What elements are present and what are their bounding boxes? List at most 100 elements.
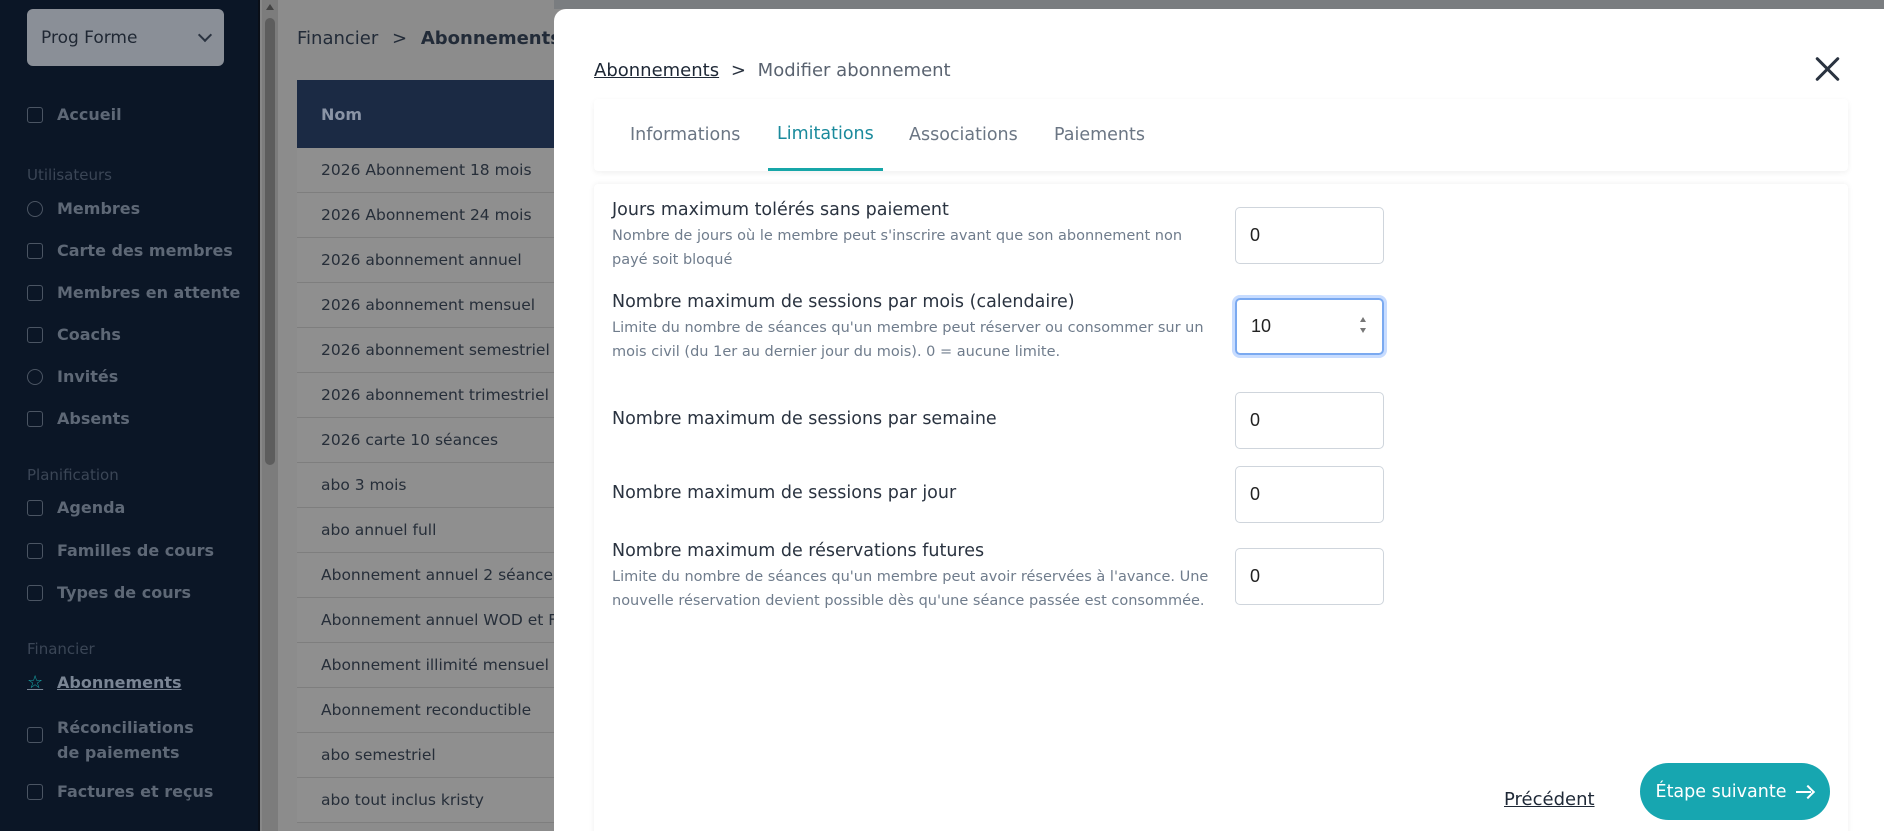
tab-limitations[interactable]: Limitations (768, 99, 883, 171)
sidebar: Prog Forme Accueil Utilisateurs Membres … (0, 0, 260, 831)
field-label-sessions-mois: Nombre maximum de sessions par mois (cal… (612, 292, 1075, 312)
field-desc-sessions-mois: Limite du nombre de séances qu'un membre… (612, 320, 1204, 360)
piggy-bank-icon (27, 727, 43, 743)
section-financier: Financier (27, 640, 95, 658)
number-spinner[interactable] (1360, 317, 1366, 333)
user-list-icon (27, 285, 43, 301)
sidebar-item-reconciliations[interactable]: Réconciliations de paiements (27, 715, 207, 765)
table-header-nom[interactable]: Nom (297, 80, 567, 148)
subscriptions-table: Nom 2026 Abonnement 18 mois 2026 Abonnem… (297, 80, 567, 823)
table-row[interactable]: 2026 abonnement mensuel (297, 283, 567, 328)
sidebar-item-accueil[interactable]: Accueil (27, 105, 122, 124)
sidebar-item-carte[interactable]: Carte des membres (27, 241, 233, 260)
table-row[interactable]: Abonnement reconductible (297, 688, 567, 733)
field-label-reservations-futures: Nombre maximum de réservations futures (612, 541, 985, 561)
tab-informations[interactable]: Informations (630, 99, 740, 171)
edit-subscription-modal: Abonnements > Modifier abonnement Inform… (554, 9, 1884, 831)
reservations-futures-input[interactable]: 0 (1235, 548, 1384, 605)
limitations-form: Jours maximum tolérés sans paiement Nomb… (594, 184, 1848, 831)
table-row[interactable]: 2026 Abonnement 24 mois (297, 193, 567, 238)
hierarchy-icon (27, 543, 43, 559)
breadcrumb-parent: Financier (297, 28, 379, 49)
table-row[interactable]: abo 3 mois (297, 463, 567, 508)
org-select[interactable]: Prog Forme (27, 9, 224, 66)
presentation-icon (27, 327, 43, 343)
sidebar-item-membres[interactable]: Membres (27, 199, 140, 218)
sidebar-item-label: Agenda (57, 498, 126, 517)
table-row[interactable]: Abonnement annuel WOD et FA (297, 598, 567, 643)
field-desc-reservations-futures: Limite du nombre de séances qu'un membre… (612, 569, 1209, 609)
sidebar-item-types[interactable]: Types de cours (27, 583, 191, 602)
tab-paiements[interactable]: Paiements (1054, 99, 1145, 171)
arrow-right-icon (1796, 785, 1814, 799)
sidebar-item-label: Membres (57, 199, 141, 218)
sidebar-item-label: Invités (57, 367, 119, 386)
sidebar-item-absents[interactable]: Absents (27, 409, 130, 428)
close-icon[interactable] (1814, 55, 1842, 83)
previous-link[interactable]: Précédent (1504, 789, 1595, 810)
table-row[interactable]: Abonnement illimité mensuel (297, 643, 567, 688)
next-step-label: Étape suivante (1655, 781, 1787, 802)
sidebar-item-invites[interactable]: Invités (27, 367, 118, 386)
breadcrumb-current: Abonnements (420, 28, 561, 49)
modal-breadcrumb: Abonnements > Modifier abonnement (594, 60, 951, 81)
sidebar-item-label: Carte des membres (57, 241, 233, 260)
table-row[interactable]: abo annuel full (297, 508, 567, 553)
next-step-button[interactable]: Étape suivante (1640, 763, 1830, 820)
sidebar-item-label: Factures et reçus (57, 782, 214, 801)
sidebar-item-label: Types de cours (57, 583, 191, 602)
scroll-up-icon[interactable] (266, 4, 274, 10)
dashboard-icon (27, 107, 43, 123)
field-desc-jours-max: Nombre de jours où le membre peut s'insc… (612, 228, 1183, 268)
calendar-icon (27, 500, 43, 516)
sidebar-item-label: Réconciliations de paiements (57, 718, 194, 762)
section-utilisateurs: Utilisateurs (27, 166, 112, 184)
table-row[interactable]: abo semestriel (297, 733, 567, 778)
spinner-down-icon[interactable] (1360, 328, 1366, 333)
sessions-jour-input[interactable]: 0 (1235, 466, 1384, 523)
sidebar-scrollbar[interactable] (262, 0, 278, 831)
sidebar-item-label: Membres en attente (57, 283, 241, 302)
calendar-x-icon (27, 411, 43, 427)
background-breadcrumb: Financier > Abonnements (297, 28, 561, 49)
table-row[interactable]: 2026 Abonnement 18 mois (297, 148, 567, 193)
field-label-sessions-semaine: Nombre maximum de sessions par semaine (612, 409, 997, 429)
breadcrumb-separator: > (392, 28, 408, 49)
sidebar-item-coachs[interactable]: Coachs (27, 325, 121, 344)
breadcrumb-separator: > (730, 60, 746, 81)
user-icon (27, 201, 43, 217)
tab-associations[interactable]: Associations (909, 99, 1018, 171)
sidebar-item-familles[interactable]: Familles de cours (27, 541, 214, 560)
table-row[interactable]: Abonnement annuel 2 séances pa (297, 553, 567, 598)
table-row[interactable]: 2026 carte 10 séances (297, 418, 567, 463)
star-icon: ☆ (27, 672, 44, 693)
sidebar-item-label: Familles de cours (57, 541, 215, 560)
field-label-jours-max: Jours maximum tolérés sans paiement (612, 200, 949, 220)
sessions-semaine-input[interactable]: 0 (1235, 392, 1384, 449)
table-row[interactable]: 2026 abonnement trimestriel (297, 373, 567, 418)
table-row[interactable]: 2026 abonnement annuel (297, 238, 567, 283)
sidebar-item-agenda[interactable]: Agenda (27, 498, 125, 517)
tabs-bar: Informations Limitations Associations Pa… (594, 99, 1848, 171)
breadcrumb-current: Modifier abonnement (757, 60, 951, 81)
document-icon (27, 784, 43, 800)
field-label-sessions-jour: Nombre maximum de sessions par jour (612, 483, 957, 503)
sidebar-item-label: Absents (57, 409, 130, 428)
shapes-icon (27, 585, 43, 601)
table-row[interactable]: 2026 abonnement semestriel (297, 328, 567, 373)
sidebar-item-label: Abonnements (57, 673, 182, 692)
sessions-mois-input[interactable]: 10 (1235, 298, 1384, 355)
sidebar-item-factures[interactable]: Factures et reçus (27, 782, 213, 801)
sidebar-item-attente[interactable]: Membres en attente (27, 283, 240, 302)
jours-max-input[interactable]: 0 (1235, 207, 1384, 264)
sidebar-item-abonnements[interactable]: ☆ Abonnements (27, 672, 182, 693)
spinner-up-icon[interactable] (1360, 317, 1366, 322)
table-row[interactable]: abo tout inclus kristy (297, 778, 567, 823)
sidebar-item-label: Coachs (57, 325, 121, 344)
breadcrumb-link-abonnements[interactable]: Abonnements (594, 60, 719, 81)
org-select-label: Prog Forme (41, 27, 138, 48)
sidebar-item-label: Accueil (57, 105, 122, 124)
section-planification: Planification (27, 466, 119, 484)
chevron-down-icon (197, 27, 213, 42)
scrollbar-thumb[interactable] (265, 18, 275, 465)
